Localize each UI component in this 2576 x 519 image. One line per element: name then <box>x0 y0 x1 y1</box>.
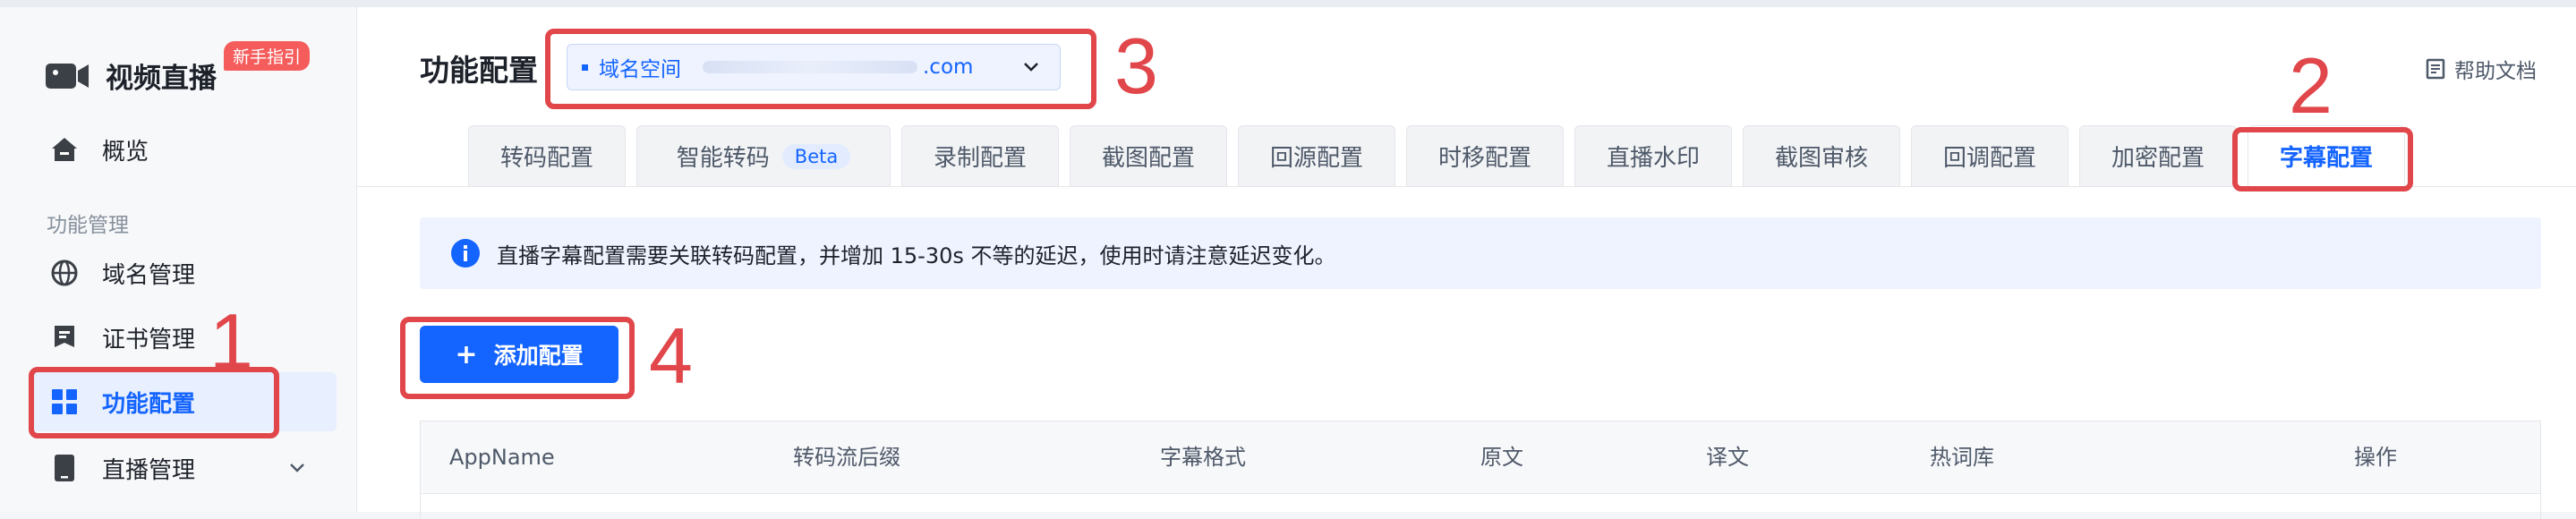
annotation-highlight-2 <box>2232 127 2413 191</box>
sidebar-item-domains[interactable]: 域名管理 <box>30 243 337 302</box>
table-header: AppName 转码流后缀 字幕格式 原文 译文 热词库 操作 <box>421 421 2540 494</box>
globe-icon <box>50 259 79 287</box>
brand-title: 视频直播 <box>106 62 217 95</box>
sidebar-item-certificates[interactable]: 证书管理 <box>30 308 337 367</box>
chevron-down-icon[interactable] <box>288 462 306 474</box>
info-notice-text: 直播字幕配置需要关联转码配置，并增加 15-30s 不等的延迟，使用时请注意延迟… <box>497 242 1336 268</box>
sidebar-item-label: 证书管理 <box>102 326 196 353</box>
brand[interactable]: 视频直播 <box>45 50 217 100</box>
tab-transcode[interactable]: 转码配置 <box>468 125 626 186</box>
info-notice: 直播字幕配置需要关联转码配置，并增加 15-30s 不等的延迟，使用时请注意延迟… <box>420 217 2541 289</box>
subtitle-config-table: AppName 转码流后缀 字幕格式 原文 译文 热词库 操作 <box>420 421 2541 519</box>
help-docs-label: 帮助文档 <box>2454 60 2537 83</box>
sidebar-item-overview[interactable]: 概览 <box>30 120 337 179</box>
annotation-number-2: 2 <box>2289 41 2333 130</box>
top-bar <box>0 0 2576 7</box>
annotation-number-3: 3 <box>1114 21 1158 110</box>
tab-smart-transcode[interactable]: 智能转码 Beta <box>636 125 891 186</box>
tab-snapshot[interactable]: 截图配置 <box>1070 125 1227 186</box>
column-header-translation: 译文 <box>1706 445 1749 470</box>
sidebar-item-label: 概览 <box>102 138 149 166</box>
annotation-number-1: 1 <box>209 297 253 386</box>
document-icon <box>2426 58 2445 80</box>
annotation-highlight-3 <box>545 29 1096 109</box>
tab-recording[interactable]: 录制配置 <box>901 125 1059 186</box>
new-guide-badge[interactable]: 新手指引 <box>224 41 311 71</box>
column-header-appname: AppName <box>449 445 555 470</box>
page-title: 功能配置 <box>420 53 538 88</box>
home-icon <box>50 135 79 164</box>
column-header-actions: 操作 <box>2354 445 2397 470</box>
tab-encryption[interactable]: 加密配置 <box>2079 125 2237 186</box>
main-content: 功能配置 域名空间 .com 3 帮助文档 转码配置 智能转码 Beta 录制配… <box>357 7 2576 519</box>
device-icon <box>50 454 79 482</box>
camera-icon <box>46 64 89 89</box>
tab-label: 智能转码 <box>676 145 770 172</box>
column-header-stream-suffix: 转码流后缀 <box>793 445 900 470</box>
tab-watermark[interactable]: 直播水印 <box>1574 125 1732 186</box>
certificate-icon <box>50 323 79 352</box>
tab-snapshot-review[interactable]: 截图审核 <box>1743 125 1900 186</box>
annotation-highlight-4 <box>400 317 635 399</box>
column-header-hotword-library: 热词库 <box>1930 445 1994 470</box>
sidebar-item-live-management[interactable]: 直播管理 <box>30 438 337 498</box>
sidebar-item-label: 直播管理 <box>102 456 196 484</box>
beta-badge: Beta <box>781 143 851 169</box>
tab-time-shift[interactable]: 时移配置 <box>1406 125 1564 186</box>
tab-origin-pull[interactable]: 回源配置 <box>1238 125 1395 186</box>
info-icon <box>451 239 480 268</box>
annotation-number-4: 4 <box>649 311 693 400</box>
nav-group-label: 功能管理 <box>47 214 129 237</box>
tab-callback[interactable]: 回调配置 <box>1911 125 2068 186</box>
sidebar: 视频直播 新手指引 概览 功能管理 域名管理 证书管理 功能配置 直播管理 1 <box>0 7 357 512</box>
help-docs-link[interactable]: 帮助文档 <box>2426 54 2537 84</box>
sidebar-item-label: 域名管理 <box>102 261 196 289</box>
column-header-source-text: 原文 <box>1480 445 1523 470</box>
column-header-subtitle-format: 字幕格式 <box>1160 445 1246 470</box>
